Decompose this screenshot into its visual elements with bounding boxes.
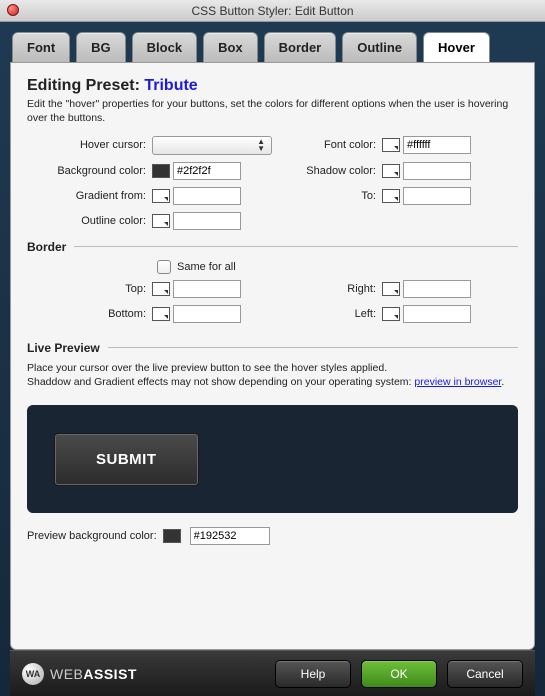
preview-bg-input[interactable] [190,527,270,545]
border-grid: Top: Right: Bottom: Left: [27,280,518,323]
same-for-all-checkbox[interactable] [157,260,171,274]
border-top-swatch[interactable] [152,282,170,296]
border-section-title: Border [27,240,518,254]
outline-color-input[interactable] [173,212,241,230]
font-color-input[interactable] [403,136,471,154]
ok-button[interactable]: OK [361,660,437,688]
label-shadow-color: Shadow color: [282,165,382,177]
gradient-to-input[interactable] [403,187,471,205]
hover-cursor-select[interactable]: ▲▼ [152,136,272,155]
preview-area: SUBMIT [27,405,518,513]
label-left: Left: [282,308,382,320]
label-font-color: Font color: [282,139,382,151]
label-top: Top: [27,283,152,295]
border-left-swatch[interactable] [382,307,400,321]
tab-box[interactable]: Box [203,32,258,62]
tab-bg[interactable]: BG [76,32,126,62]
gradient-to-swatch[interactable] [382,189,400,203]
help-button[interactable]: Help [275,660,351,688]
label-outline-color: Outline color: [27,215,152,227]
border-right-input[interactable] [403,280,471,298]
form-grid: Hover cursor: ▲▼ Font color: Background … [27,135,518,230]
tab-border[interactable]: Border [264,32,337,62]
label-gradient-from: Gradient from: [27,190,152,202]
page-heading: Editing Preset: Tribute [27,77,518,95]
tab-outline[interactable]: Outline [342,32,417,62]
tab-block[interactable]: Block [132,32,197,62]
bg-color-swatch[interactable] [152,164,170,178]
dialog-footer: WA WEBASSIST Help OK Cancel [10,650,535,696]
submit-preview-button[interactable]: SUBMIT [55,434,198,485]
preview-bg-swatch[interactable] [163,529,181,543]
gradient-from-swatch[interactable] [152,189,170,203]
font-color-swatch[interactable] [382,138,400,152]
border-left-input[interactable] [403,305,471,323]
tab-font[interactable]: Font [12,32,70,62]
shadow-color-input[interactable] [403,162,471,180]
border-top-input[interactable] [173,280,241,298]
brand: WA WEBASSIST [22,663,137,685]
dialog-window: CSS Button Styler: Edit Button Font BG B… [0,0,545,696]
live-preview-title: Live Preview [27,341,518,355]
content-area: Font BG Block Box Border Outline Hover E… [0,22,545,696]
label-right: Right: [282,283,382,295]
titlebar: CSS Button Styler: Edit Button [0,0,545,22]
bg-color-input[interactable] [173,162,241,180]
brand-text: WEBASSIST [50,666,137,682]
window-title: CSS Button Styler: Edit Button [191,4,353,18]
gradient-from-input[interactable] [173,187,241,205]
border-bottom-input[interactable] [173,305,241,323]
label-preview-bg: Preview background color: [27,530,157,542]
label-same-for-all: Same for all [177,261,236,273]
preset-name: Tribute [144,77,197,94]
page-description: Edit the "hover" properties for your but… [27,97,518,125]
heading-prefix: Editing Preset: [27,77,144,94]
tab-bar: Font BG Block Box Border Outline Hover [10,32,535,62]
label-bg-color: Background color: [27,165,152,177]
label-gradient-to: To: [282,190,382,202]
border-right-swatch[interactable] [382,282,400,296]
label-hover-cursor: Hover cursor: [27,139,152,151]
tab-hover[interactable]: Hover [423,32,490,62]
shadow-color-swatch[interactable] [382,164,400,178]
border-bottom-swatch[interactable] [152,307,170,321]
brand-badge-icon: WA [22,663,44,685]
outline-color-swatch[interactable] [152,214,170,228]
label-bottom: Bottom: [27,308,152,320]
cancel-button[interactable]: Cancel [447,660,523,688]
close-icon[interactable] [7,4,19,16]
panel-hover: Editing Preset: Tribute Edit the "hover"… [10,62,535,650]
preview-desc: Place your cursor over the live preview … [27,361,518,389]
preview-in-browser-link[interactable]: preview in browser [414,376,501,388]
